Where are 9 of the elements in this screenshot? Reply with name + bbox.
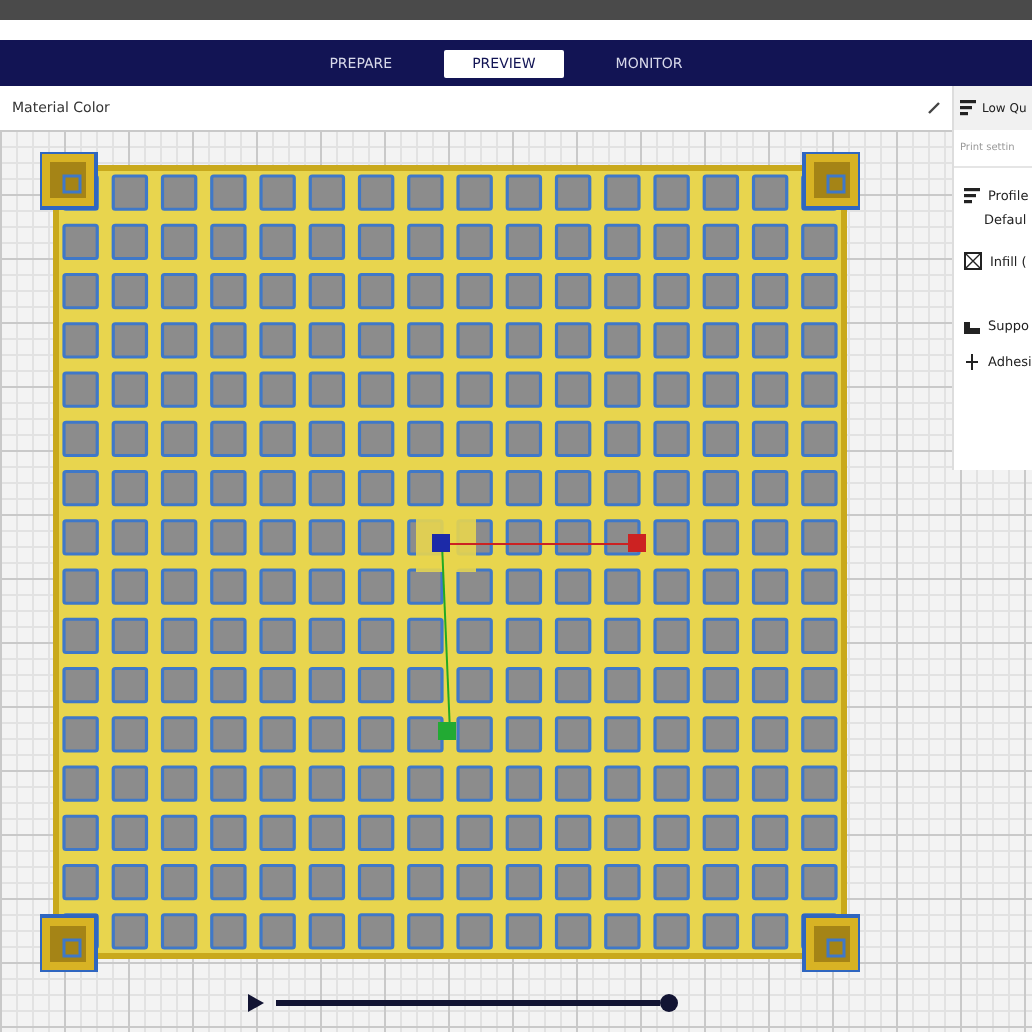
- layer-slider-track[interactable]: [276, 994, 678, 1012]
- adhesion-icon: [964, 354, 980, 370]
- play-button[interactable]: [248, 994, 264, 1012]
- sliders-icon: [964, 188, 980, 204]
- pencil-icon[interactable]: [928, 102, 940, 114]
- slider-handle[interactable]: [660, 994, 678, 1012]
- grid-icon: [964, 252, 982, 270]
- sliders-icon: [960, 100, 976, 116]
- support-icon: [964, 318, 980, 334]
